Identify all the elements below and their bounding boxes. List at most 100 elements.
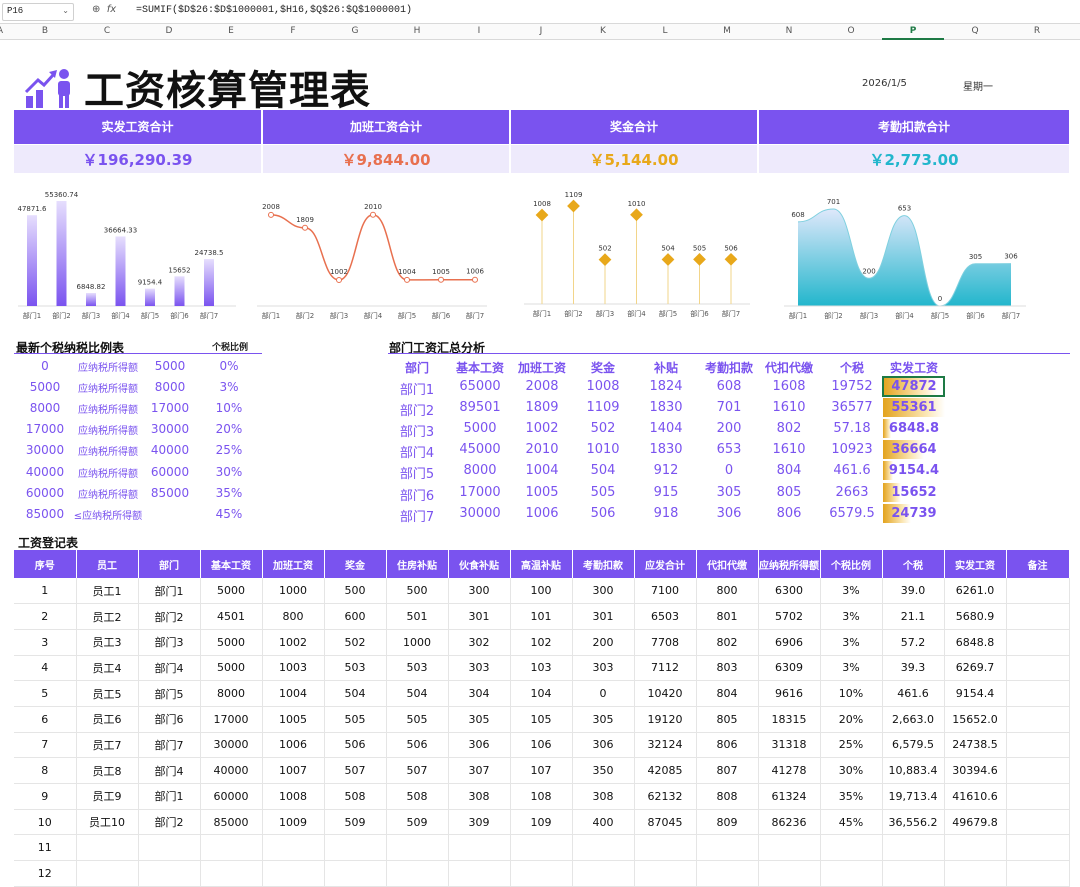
register-cell[interactable]: 30000 — [200, 732, 263, 759]
register-cell[interactable]: 306 — [448, 732, 511, 759]
register-cell[interactable]: 300 — [448, 578, 511, 605]
formula-input[interactable]: =SUMIF($D$26:$D$1000001,$H16,$Q$26:$Q$10… — [136, 5, 412, 16]
fx-icon[interactable]: fx — [107, 4, 116, 15]
register-cell[interactable]: 5000 — [200, 655, 263, 682]
register-cell[interactable]: 5000 — [200, 578, 263, 605]
dept-cell[interactable]: 55361 — [884, 400, 944, 415]
register-cell[interactable]: 员工8 — [76, 757, 139, 784]
register-cell[interactable]: 303 — [572, 655, 635, 682]
register-cell[interactable] — [1006, 860, 1070, 887]
register-cell[interactable]: 108 — [510, 783, 573, 810]
column-header-j[interactable]: J — [531, 26, 551, 36]
register-cell[interactable]: 2,663.0 — [882, 706, 945, 733]
dept-cell[interactable]: 1824 — [636, 379, 696, 394]
register-cell[interactable]: 309 — [448, 809, 511, 836]
register-col-header[interactable]: 住房补贴 — [386, 550, 449, 578]
register-col-header[interactable]: 加班工资 — [262, 550, 325, 578]
register-cell[interactable]: 3% — [820, 603, 883, 630]
column-header-g[interactable]: G — [345, 26, 365, 36]
dept-cell[interactable]: 8000 — [449, 463, 511, 478]
register-cell[interactable]: 308 — [572, 783, 635, 810]
register-cell[interactable] — [758, 834, 821, 862]
register-cell[interactable]: 部门4 — [138, 757, 201, 784]
register-cell[interactable]: 5 — [14, 680, 77, 707]
register-col-header[interactable]: 奖金 — [324, 550, 387, 578]
register-cell[interactable]: 506 — [386, 732, 449, 759]
register-cell[interactable]: 3 — [14, 629, 77, 656]
dept-cell[interactable]: 45000 — [449, 442, 511, 457]
register-cell[interactable]: 5000 — [200, 629, 263, 656]
register-cell[interactable]: 300 — [572, 578, 635, 605]
register-cell[interactable]: 1005 — [262, 706, 325, 733]
dept-cell[interactable]: 608 — [698, 379, 760, 394]
register-col-header[interactable]: 考勤扣款 — [572, 550, 635, 578]
register-cell[interactable]: 3% — [820, 629, 883, 656]
register-cell[interactable] — [510, 860, 573, 887]
register-cell[interactable] — [820, 834, 883, 862]
register-cell[interactable]: 17000 — [200, 706, 263, 733]
register-cell[interactable]: 45% — [820, 809, 883, 836]
register-cell[interactable]: 809 — [696, 809, 759, 836]
register-cell[interactable]: 5702 — [758, 603, 821, 630]
dept-cell[interactable]: 806 — [760, 506, 818, 521]
register-cell[interactable]: 1 — [14, 578, 77, 605]
register-col-header[interactable]: 基本工资 — [200, 550, 263, 578]
register-cell[interactable] — [324, 834, 387, 862]
dept-cell[interactable]: 24739 — [884, 506, 944, 521]
register-cell[interactable]: 304 — [448, 680, 511, 707]
register-cell[interactable]: 部门7 — [138, 732, 201, 759]
dept-cell[interactable]: 15652 — [884, 485, 944, 500]
register-cell[interactable]: 802 — [696, 629, 759, 656]
register-cell[interactable]: 1004 — [262, 680, 325, 707]
register-cell[interactable]: 39.3 — [882, 655, 945, 682]
register-cell[interactable]: 3% — [820, 578, 883, 605]
column-header-d[interactable]: D — [159, 26, 179, 36]
register-cell[interactable]: 7100 — [634, 578, 697, 605]
column-header-o[interactable]: O — [841, 26, 861, 36]
column-header-p[interactable]: P — [903, 26, 923, 36]
dept-cell[interactable]: 部门7 — [388, 506, 446, 525]
column-header-i[interactable]: I — [469, 26, 489, 36]
dept-cell[interactable]: 502 — [575, 421, 631, 436]
register-cell[interactable]: 9154.4 — [944, 680, 1007, 707]
register-cell[interactable] — [1006, 603, 1070, 630]
column-header-k[interactable]: K — [593, 26, 613, 36]
register-cell[interactable]: 804 — [696, 680, 759, 707]
dept-cell[interactable]: 部门5 — [388, 463, 446, 482]
dept-cell[interactable]: 1830 — [636, 442, 696, 457]
register-cell[interactable] — [696, 860, 759, 887]
register-cell[interactable]: 39.0 — [882, 578, 945, 605]
register-cell[interactable]: 员工9 — [76, 783, 139, 810]
register-cell[interactable]: 801 — [696, 603, 759, 630]
dept-cell[interactable]: 802 — [760, 421, 818, 436]
dept-cell[interactable]: 17000 — [449, 485, 511, 500]
dept-cell[interactable]: 36664 — [884, 442, 944, 457]
register-cell[interactable]: 部门1 — [138, 783, 201, 810]
dept-cell[interactable]: 89501 — [449, 400, 511, 415]
register-cell[interactable]: 102 — [510, 629, 573, 656]
register-cell[interactable]: 302 — [448, 629, 511, 656]
dept-cell[interactable]: 1109 — [575, 400, 631, 415]
register-cell[interactable]: 员工5 — [76, 680, 139, 707]
register-cell[interactable]: 41610.6 — [944, 783, 1007, 810]
register-cell[interactable]: 10% — [820, 680, 883, 707]
register-cell[interactable] — [448, 860, 511, 887]
register-cell[interactable]: 60000 — [200, 783, 263, 810]
register-cell[interactable]: 19,713.4 — [882, 783, 945, 810]
register-cell[interactable]: 101 — [510, 603, 573, 630]
register-cell[interactable]: 10 — [14, 809, 77, 836]
register-cell[interactable] — [386, 860, 449, 887]
dept-cell[interactable]: 30000 — [449, 506, 511, 521]
register-cell[interactable]: 7112 — [634, 655, 697, 682]
register-cell[interactable]: 32124 — [634, 732, 697, 759]
dept-cell[interactable]: 6579.5 — [821, 506, 883, 521]
register-cell[interactable]: 303 — [448, 655, 511, 682]
register-col-header[interactable]: 应纳税所得额 — [758, 550, 821, 578]
register-cell[interactable]: 6309 — [758, 655, 821, 682]
dept-cell[interactable]: 6848.8 — [884, 421, 944, 436]
register-cell[interactable]: 10,883.4 — [882, 757, 945, 784]
register-cell[interactable] — [1006, 783, 1070, 810]
zoom-icon[interactable]: ⊕ — [92, 4, 100, 15]
register-cell[interactable]: 507 — [324, 757, 387, 784]
dept-cell[interactable]: 5000 — [449, 421, 511, 436]
